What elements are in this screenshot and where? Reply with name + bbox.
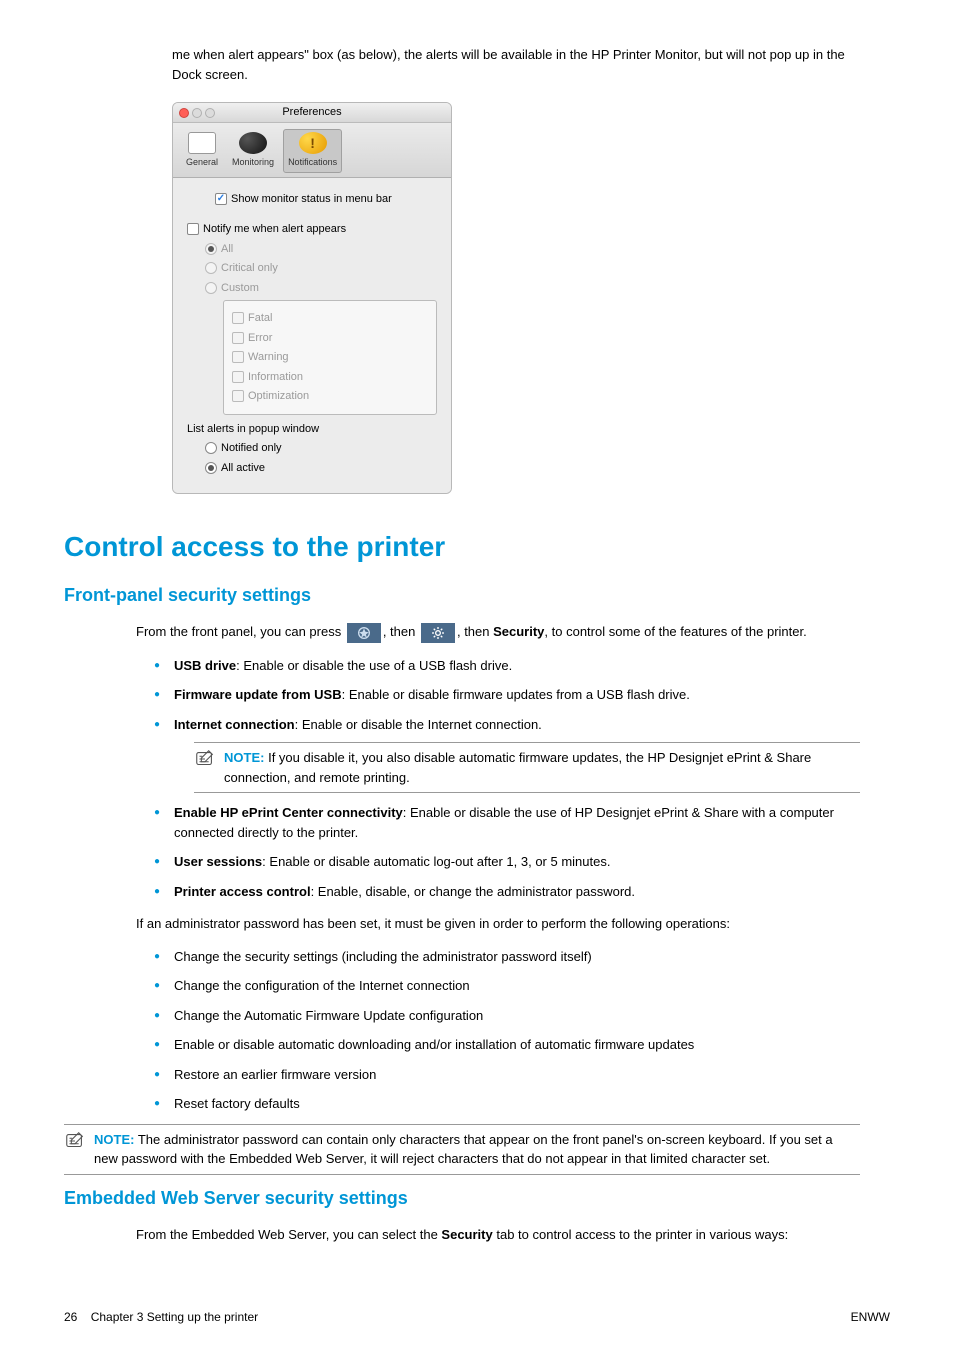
page-number: 26 [64,1310,77,1324]
bullet-enable-disable-auto-fw: Enable or disable automatic downloading … [154,1035,860,1055]
general-icon [188,132,216,154]
checkbox-show-menu-bar [215,193,227,205]
text: Enable HP ePrint Center connectivity [174,805,403,820]
bullet-user-sessions: User sessions: Enable or disable automat… [154,852,860,872]
checkbox-warning [232,351,244,363]
text: From the Embedded Web Server, you can se… [136,1227,441,1242]
label-list-alerts: List alerts in popup window [187,421,319,438]
label-critical-only: Critical only [221,260,278,277]
text: : Enable or disable the use of a USB fla… [236,658,512,673]
text-security: Security [493,624,544,639]
window-titlebar: Preferences [173,103,451,123]
text: : Enable or disable automatic log-out af… [262,854,610,869]
front-panel-intro: From the front panel, you can press , th… [136,622,860,643]
label-warning: Warning [248,349,289,366]
label-all: All [221,241,233,258]
custom-options-box: Fatal Error Warning Information Optimiza… [223,300,437,415]
preferences-window: Preferences General Monitoring Notificat… [172,102,452,494]
note-icon [194,748,216,770]
label-notified-only: Notified only [221,440,282,457]
heading-control-access: Control access to the printer [64,526,890,568]
page-footer: 26 Chapter 3 Setting up the printer ENWW [64,1308,890,1326]
monitoring-icon [239,132,267,154]
feature-bullet-list: USB drive: Enable or disable the use of … [154,656,860,902]
text: USB drive [174,658,236,673]
bullet-change-security: Change the security settings (including … [154,947,860,967]
note-label: NOTE: [224,750,264,765]
text-security-tab: Security [441,1227,492,1242]
bullet-eprint-center: Enable HP ePrint Center connectivity: En… [154,803,860,842]
footer-right: ENWW [851,1308,890,1326]
radio-all [205,243,217,255]
text: : Enable or disable the Internet connect… [295,717,542,732]
heading-front-panel-security: Front-panel security settings [64,582,890,609]
bullet-change-internet-config: Change the configuration of the Internet… [154,976,860,996]
bullet-firmware-usb: Firmware update from USB: Enable or disa… [154,685,860,705]
label-show-menu-bar: Show monitor status in menu bar [231,191,392,208]
settings-icon [421,623,455,643]
label-custom: Custom [221,280,259,297]
tab-general: General [181,129,223,173]
note-admin-password: NOTE: The administrator password can con… [64,1124,860,1175]
bullet-restore-firmware: Restore an earlier firmware version [154,1065,860,1085]
tab-monitoring: Monitoring [227,129,279,173]
chapter-title: Chapter 3 Setting up the printer [91,1310,258,1324]
checkbox-optimization [232,390,244,402]
text: tab to control access to the printer in … [493,1227,789,1242]
heading-ews-security: Embedded Web Server security settings [64,1185,890,1212]
checkbox-fatal [232,312,244,324]
bullet-printer-access-control: Printer access control: Enable, disable,… [154,882,860,902]
radio-notified-only [205,442,217,454]
bullet-usb-drive: USB drive: Enable or disable the use of … [154,656,860,676]
text: User sessions [174,854,262,869]
note-icon [64,1130,86,1152]
window-title: Preferences [173,104,451,121]
admin-operations-list: Change the security settings (including … [154,947,860,1114]
notifications-icon [299,132,327,154]
radio-critical-only [205,262,217,274]
prefs-toolbar: General Monitoring Notifications [173,123,451,178]
intro-paragraph: me when alert appears" box (as below), t… [172,45,860,84]
text: From the front panel, you can press [136,624,345,639]
label-all-active: All active [221,460,265,477]
note-internet-connection: NOTE: If you disable it, you also disabl… [194,742,860,793]
text: Printer access control [174,884,311,899]
label-error: Error [248,330,272,347]
label-fatal: Fatal [248,310,272,327]
menu-icon [347,623,381,643]
text: , to control some of the features of the… [544,624,806,639]
bullet-change-auto-fw-config: Change the Automatic Firmware Update con… [154,1006,860,1026]
text: : Enable, disable, or change the adminis… [311,884,635,899]
admin-intro: If an administrator password has been se… [136,914,860,934]
bullet-reset-factory: Reset factory defaults [154,1094,860,1114]
bullet-internet-connection: Internet connection: Enable or disable t… [154,715,860,794]
text: Firmware update from USB [174,687,342,702]
note-text: If you disable it, you also disable auto… [224,750,811,785]
label-information: Information [248,369,303,386]
checkbox-notify-me [187,223,199,235]
prefs-body: Show monitor status in menu bar Notify m… [173,178,451,494]
tab-notifications: Notifications [283,129,342,173]
tab-notifications-label: Notifications [288,156,337,170]
radio-custom [205,282,217,294]
tab-general-label: General [186,156,218,170]
label-notify-me: Notify me when alert appears [203,221,346,238]
text: Internet connection [174,717,295,732]
text: , then [457,624,493,639]
note-label: NOTE: [94,1132,134,1147]
text: : Enable or disable firmware updates fro… [342,687,690,702]
label-optimization: Optimization [248,388,309,405]
radio-all-active [205,462,217,474]
text: , then [383,624,419,639]
checkbox-error [232,332,244,344]
ews-intro: From the Embedded Web Server, you can se… [136,1225,860,1245]
note-text: The administrator password can contain o… [94,1132,833,1167]
tab-monitoring-label: Monitoring [232,156,274,170]
checkbox-information [232,371,244,383]
